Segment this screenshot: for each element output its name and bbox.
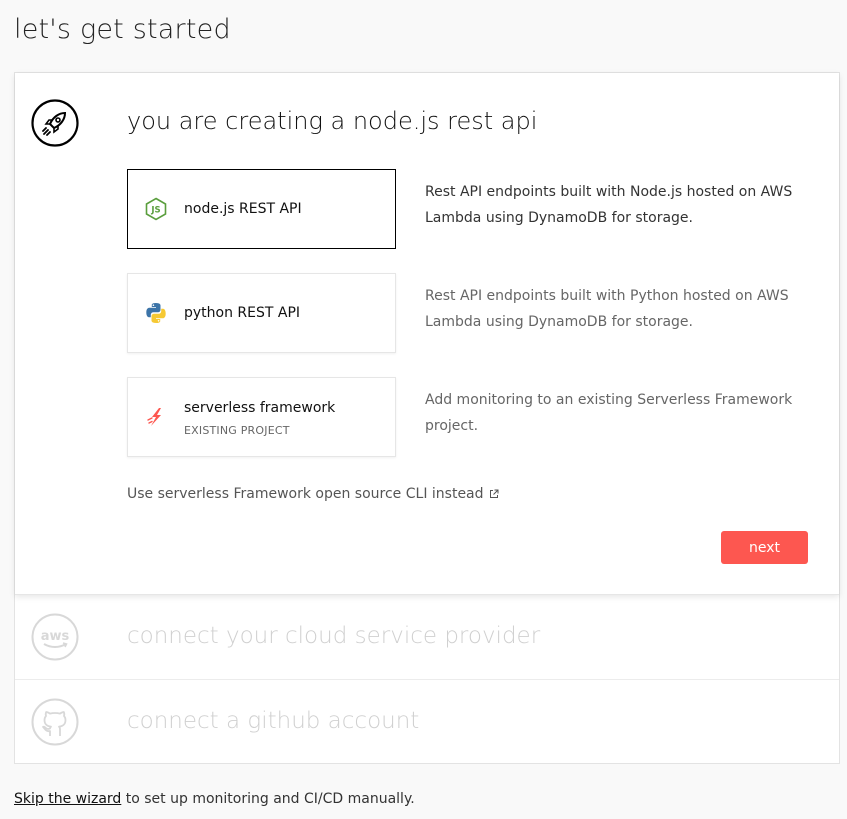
step-title: connect a github account	[127, 708, 420, 734]
svg-text:aws: aws	[41, 629, 70, 644]
step-connect-cloud-provider[interactable]: aws connect your cloud service provider	[15, 595, 839, 679]
footer: Skip the wizard to set up monitoring and…	[14, 791, 415, 807]
nodejs-icon: JS	[145, 197, 167, 221]
next-button[interactable]: next	[721, 531, 808, 564]
footer-text: to set up monitoring and CI/CD manually.	[121, 791, 415, 807]
option-label: node.js REST API	[184, 201, 302, 217]
page-title: let's get started	[14, 14, 231, 45]
option-description: Add monitoring to an existing Serverless…	[425, 392, 793, 434]
github-icon	[31, 698, 79, 746]
option-nodejs-rest-api[interactable]: JS node.js REST API	[127, 169, 396, 249]
wizard-panel: you are creating a node.js rest api JS n…	[14, 72, 840, 764]
option-sublabel: EXISTING PROJECT	[184, 424, 290, 437]
cli-link[interactable]: Use serverless Framework open source CLI…	[127, 486, 499, 502]
svg-text:JS: JS	[150, 206, 160, 216]
cli-link-label: Use serverless Framework open source CLI…	[127, 486, 484, 502]
aws-icon: aws	[31, 613, 79, 661]
option-description: Rest API endpoints built with Node.js ho…	[425, 184, 793, 226]
python-icon	[146, 303, 166, 323]
step-title: you are creating a node.js rest api	[127, 107, 538, 135]
option-python-rest-api[interactable]: python REST API	[127, 273, 396, 353]
step-title: connect your cloud service provider	[127, 623, 541, 649]
external-link-icon	[489, 489, 499, 498]
serverless-icon	[147, 408, 161, 426]
skip-wizard-link[interactable]: Skip the wizard	[14, 791, 121, 807]
option-description: Rest API endpoints built with Python hos…	[425, 288, 789, 330]
option-serverless-framework[interactable]: serverless framework EXISTING PROJECT	[127, 377, 396, 457]
step-connect-github[interactable]: connect a github account	[15, 679, 839, 763]
option-label: python REST API	[184, 305, 301, 321]
step-create-service: you are creating a node.js rest api JS n…	[15, 73, 839, 595]
option-label: serverless framework	[184, 400, 336, 416]
rocket-icon	[31, 99, 79, 147]
